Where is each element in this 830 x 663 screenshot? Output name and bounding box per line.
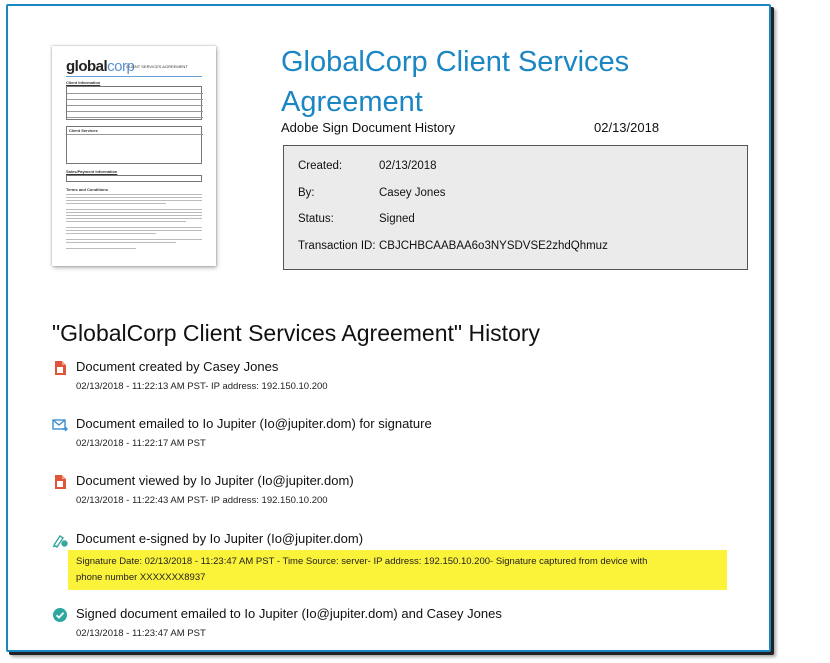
info-label-by: By: — [298, 187, 315, 199]
event-title: Document e-signed by Io Jupiter (Io@jupi… — [76, 531, 364, 546]
thumbnail-client-box — [66, 86, 203, 120]
event-detail: 02/13/2018 - 11:22:17 AM PST — [76, 438, 206, 449]
document-info-box: Created: 02/13/2018 By: Casey Jones Stat… — [283, 145, 748, 270]
history-title: "GlobalCorp Client Services Agreement" H… — [52, 320, 541, 346]
signature-detail-highlight: Signature Date: 02/13/2018 - 11:23:47 AM… — [68, 550, 727, 590]
history-date: 02/13/2018 — [594, 120, 660, 135]
thumbnail-logo: globalcorp — [66, 58, 135, 75]
event-title: Signed document emailed to Io Jupiter (I… — [76, 606, 502, 621]
event-detail: 02/13/2018 - 11:22:43 AM PST- IP address… — [76, 495, 328, 506]
document-thumbnail[interactable]: globalcorp CLIENT SERVICES AGREEMENT Cli… — [52, 46, 216, 266]
event-detail: 02/13/2018 - 11:23:47 AM PST — [76, 628, 206, 639]
document-title: GlobalCorp Client Services Agreement — [281, 46, 630, 118]
thumbnail-payment-box — [66, 175, 202, 182]
thumbnail-services-box: Client Services — [66, 126, 203, 164]
event-title: Document viewed by Io Jupiter (Io@jupite… — [76, 473, 354, 488]
signature-detail-line2: phone number XXXXXXX8937 — [76, 572, 206, 583]
thumbnail-section-client: Client Information — [66, 80, 101, 85]
document-viewed-icon — [55, 475, 66, 489]
thumbnail-section-payment: Sales/Payment Information — [66, 169, 118, 174]
event-title: Document emailed to Io Jupiter (Io@jupit… — [76, 416, 432, 431]
signature-detail-line1: Signature Date: 02/13/2018 - 11:23:47 AM… — [76, 556, 648, 567]
thumbnail-section-terms: Terms and Conditions — [66, 187, 108, 192]
history-label: Adobe Sign Document History — [281, 120, 456, 135]
document-created-icon — [55, 361, 66, 375]
event-title: Document created by Casey Jones — [76, 359, 279, 374]
info-value-created: 02/13/2018 — [379, 160, 437, 172]
info-label-transaction-id: Transaction ID: — [298, 240, 376, 252]
info-value-status: Signed — [379, 213, 415, 225]
info-label-created: Created: — [298, 160, 343, 172]
check-circle-icon — [53, 608, 67, 622]
info-value-transaction-id: CBJCHBCAABAA6o3NYSDVSE2zhdQhmuz — [379, 240, 608, 252]
esign-pen-icon — [52, 535, 68, 548]
thumbnail-logo-rule — [66, 76, 202, 77]
info-label-status: Status: — [298, 213, 334, 225]
info-value-by: Casey Jones — [379, 187, 446, 199]
document-page: globalcorp CLIENT SERVICES AGREEMENT Cli… — [6, 4, 771, 652]
thumbnail-header: CLIENT SERVICES AGREEMENT — [126, 64, 188, 69]
event-detail: 02/13/2018 - 11:22:13 AM PST- IP address… — [76, 381, 328, 392]
email-sent-icon — [52, 419, 68, 432]
